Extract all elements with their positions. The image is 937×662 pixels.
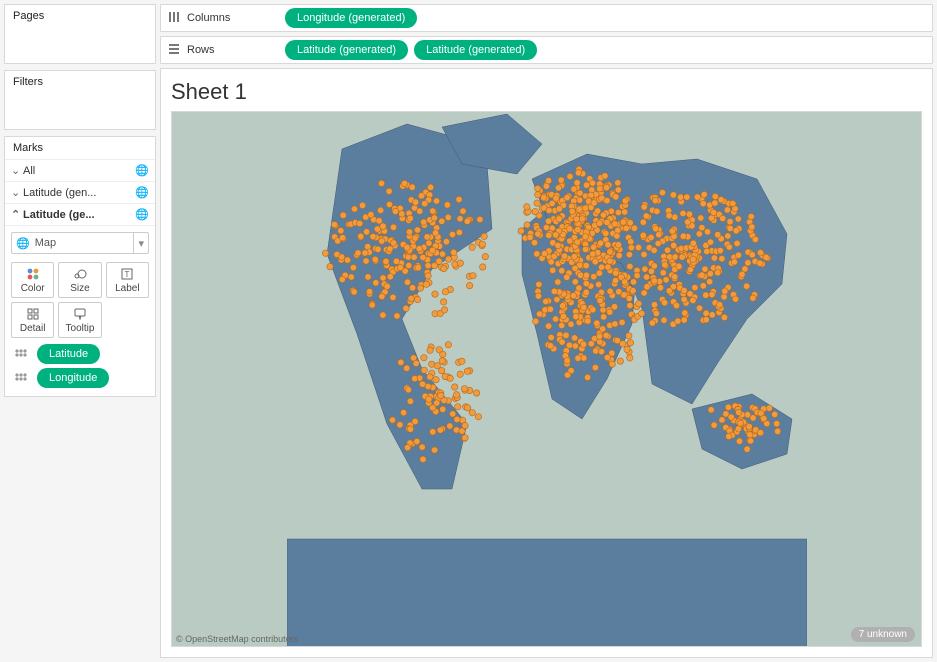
tooltip-icon (74, 307, 86, 321)
mark-type-label: Map (35, 237, 130, 249)
pages-title: Pages (5, 5, 155, 27)
globe-icon: 🌐 (135, 186, 149, 199)
detail-encoding-icon (15, 348, 33, 361)
unknown-count-badge[interactable]: 7 unknown (851, 627, 915, 642)
size-button[interactable]: Size (58, 262, 101, 298)
color-button[interactable]: Color (11, 262, 54, 298)
world-map (287, 112, 807, 646)
globe-icon: 🌐 (135, 208, 149, 221)
marks-layer-all[interactable]: ⌄ All 🌐 (5, 160, 155, 182)
label-icon: T (121, 267, 133, 281)
rows-shelf[interactable]: Rows Latitude (generated) Latitude (gene… (160, 36, 933, 64)
map-view[interactable]: © OpenStreetMap contributors 7 unknown (171, 111, 922, 647)
globe-icon: 🌐 (16, 237, 30, 250)
mark-type-dropdown[interactable]: 🌐 Map ▾ (11, 232, 149, 254)
marks-panel: Marks ⌄ All 🌐 ⌄ Latitude (gen... 🌐 ⌃ Lat… (4, 136, 156, 397)
pill-longitude-generated[interactable]: Longitude (generated) (285, 8, 417, 28)
color-icon (27, 267, 39, 281)
sheet-title[interactable]: Sheet 1 (171, 79, 922, 105)
detail-encoding-icon (15, 372, 33, 385)
pill-latitude-generated-1[interactable]: Latitude (generated) (285, 40, 408, 60)
pill-latitude[interactable]: Latitude (37, 344, 100, 364)
label-button[interactable]: T Label (106, 262, 149, 298)
chevron-up-icon: ⌃ (11, 208, 23, 221)
filters-title: Filters (5, 71, 155, 93)
chevron-down-icon: ⌄ (11, 186, 23, 199)
pill-latitude-generated-2[interactable]: Latitude (generated) (414, 40, 537, 60)
rows-label: Rows (187, 44, 215, 56)
columns-label: Columns (187, 12, 230, 24)
globe-icon: 🌐 (135, 164, 149, 177)
chevron-down-icon: ⌄ (11, 164, 23, 177)
mark-encoding-latitude[interactable]: Latitude (5, 342, 155, 366)
pages-panel: Pages (4, 4, 156, 64)
rows-icon (167, 43, 181, 58)
filters-panel: Filters (4, 70, 156, 130)
svg-text:T: T (125, 270, 130, 279)
tooltip-button[interactable]: Tooltip (58, 302, 101, 338)
detail-button[interactable]: Detail (11, 302, 54, 338)
viz-container: Sheet 1 © OpenStreetMap contributors 7 u… (160, 68, 933, 658)
marks-layer-latitude-2[interactable]: ⌃ Latitude (ge... 🌐 (5, 204, 155, 226)
detail-icon (27, 307, 39, 321)
marks-layer-latitude-1[interactable]: ⌄ Latitude (gen... 🌐 (5, 182, 155, 204)
mark-encoding-longitude[interactable]: Longitude (5, 366, 155, 396)
columns-icon (167, 11, 181, 26)
pill-longitude[interactable]: Longitude (37, 368, 109, 388)
dropdown-caret-icon: ▾ (133, 233, 144, 253)
size-icon (73, 267, 87, 281)
marks-title: Marks (5, 137, 155, 160)
columns-shelf[interactable]: Columns Longitude (generated) (160, 4, 933, 32)
map-attribution: © OpenStreetMap contributors (176, 634, 298, 644)
